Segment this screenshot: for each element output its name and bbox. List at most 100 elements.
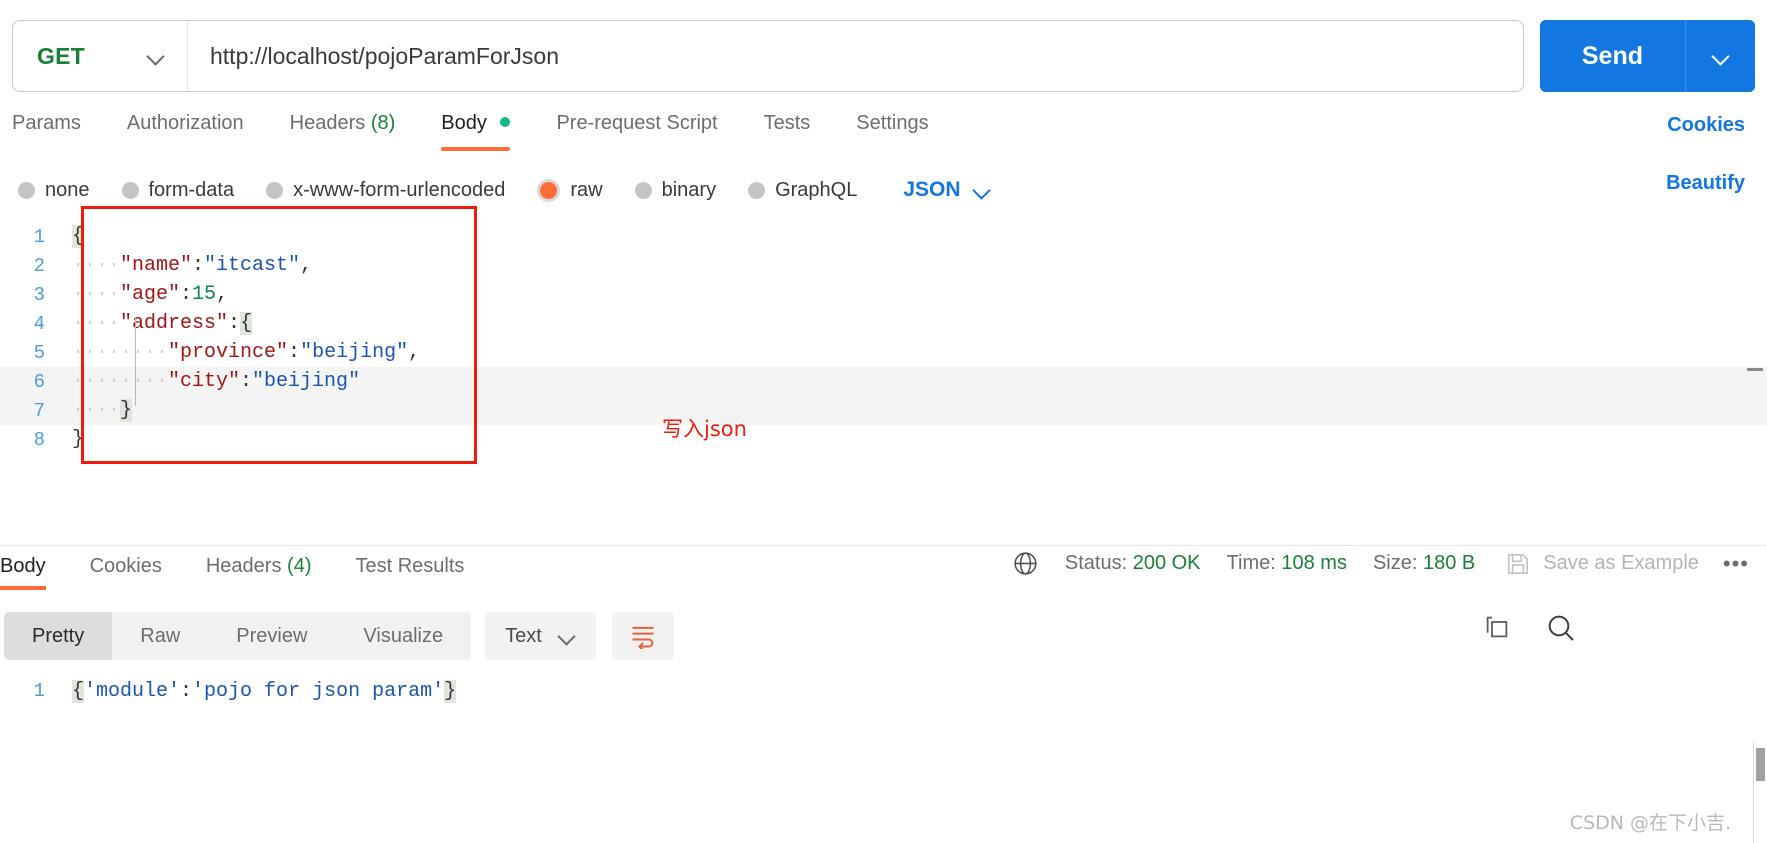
body-type-urlencoded[interactable]: x-www-form-urlencoded (266, 179, 505, 202)
editor-line-number: 8 (33, 428, 45, 451)
raw-format-selector[interactable]: JSON (903, 178, 990, 202)
editor-line-content: ····"name":"itcast", (72, 254, 313, 277)
response-more-options-button[interactable]: ••• (1723, 551, 1749, 577)
editor-line[interactable]: 7 ····} (0, 396, 1767, 425)
response-tab-test-results[interactable]: Test Results (355, 555, 464, 590)
status-value: 200 OK (1132, 552, 1201, 574)
beautify-button[interactable]: Beautify (1666, 172, 1745, 195)
tab-authorization[interactable]: Authorization (127, 112, 244, 145)
body-type-options: none form-data x-www-form-urlencoded raw… (0, 168, 1767, 212)
tab-headers-count: (8) (370, 112, 396, 134)
globe-icon (1012, 550, 1039, 577)
view-raw-label: Raw (140, 624, 181, 647)
body-type-binary-label: binary (661, 178, 717, 201)
editor-line[interactable]: 8} (0, 425, 1767, 454)
view-pretty-label: Pretty (32, 624, 85, 647)
request-url-input[interactable] (188, 21, 1523, 91)
response-format-label: Text (505, 624, 542, 647)
copy-response-button[interactable] (1482, 612, 1512, 642)
url-shell: GET (12, 20, 1524, 92)
radio-icon (634, 181, 652, 199)
radio-icon (121, 181, 139, 199)
request-url-bar: GET Send (0, 14, 1767, 98)
wrap-lines-icon (629, 623, 657, 649)
view-raw-button[interactable]: Raw (112, 612, 208, 660)
status-label: Status: (1064, 552, 1128, 574)
size-item: Size: 180 B (1373, 552, 1475, 575)
radio-icon (18, 181, 35, 199)
http-method-selector[interactable]: GET (13, 21, 188, 91)
editor-line[interactable]: 3 ····"age":15, (0, 280, 1767, 309)
response-tab-body-label: Body (0, 554, 46, 577)
response-tab-headers[interactable]: Headers (4) (206, 555, 312, 590)
chevron-down-icon (1712, 47, 1730, 65)
chevron-down-icon (147, 47, 165, 65)
body-type-binary[interactable]: binary (634, 178, 717, 202)
view-preview-label: Preview (236, 624, 308, 647)
send-options-button[interactable] (1685, 20, 1755, 92)
response-format-selector[interactable]: Text (485, 612, 596, 660)
body-type-graphql[interactable]: GraphQL (748, 179, 857, 202)
tab-tests-label: Tests (763, 112, 811, 134)
send-button[interactable]: Send (1539, 20, 1685, 92)
response-view-segments: Pretty Raw Preview Visualize (4, 612, 472, 660)
editor-line-content: ········"province":"beijing", (72, 341, 421, 364)
editor-line-content: } (72, 428, 85, 451)
body-type-raw[interactable]: raw (537, 179, 603, 202)
editor-line-content: ········"city":"beijing" (72, 370, 361, 393)
body-type-none[interactable]: none (18, 179, 90, 202)
time-value: 108 ms (1281, 552, 1347, 574)
response-line[interactable]: 1 {'module':'pojo for json param'} (0, 675, 1767, 707)
tab-body-label: Body (441, 112, 487, 134)
response-body-viewer[interactable]: 1 {'module':'pojo for json param'} (0, 675, 1767, 785)
chevron-down-icon (558, 627, 576, 645)
response-tab-body[interactable]: Body (0, 555, 46, 590)
chevron-down-icon (973, 181, 991, 199)
body-modified-dot-icon (500, 117, 511, 127)
editor-line[interactable]: 5 ········"province":"beijing", (0, 338, 1767, 367)
request-tabs: Params Authorization Headers (8) Body Pr… (0, 106, 1767, 151)
response-scrollbar-thumb[interactable] (1756, 748, 1765, 781)
tab-params[interactable]: Params (12, 112, 81, 145)
editor-line[interactable]: 2 ····"name":"itcast", (0, 251, 1767, 280)
editor-line-content: { (72, 225, 85, 248)
size-label: Size: (1372, 552, 1418, 574)
editor-scroll-marker[interactable] (1747, 368, 1763, 371)
time-item: Time: 108 ms (1227, 552, 1347, 575)
search-response-button[interactable] (1545, 612, 1577, 644)
body-type-none-label: none (45, 178, 90, 201)
cookies-link[interactable]: Cookies (1667, 114, 1745, 137)
editor-line[interactable]: 4 ····"address":{ (0, 309, 1767, 338)
view-preview-button[interactable]: Preview (208, 612, 335, 660)
body-type-form-data-label: form-data (148, 178, 235, 201)
size-value: 180 B (1422, 552, 1476, 574)
search-icon (1545, 612, 1577, 644)
tab-settings[interactable]: Settings (856, 112, 928, 145)
editor-line[interactable]: 6 ········"city":"beijing" (0, 367, 1767, 396)
editor-line-number: 6 (33, 370, 45, 393)
tab-headers[interactable]: Headers (8) (290, 112, 396, 145)
view-visualize-button[interactable]: Visualize (335, 612, 471, 660)
editor-line-content: ····"address":{ (72, 312, 253, 335)
editor-line-number: 3 (33, 283, 45, 306)
save-as-example-button[interactable]: Save as Example (1505, 551, 1699, 577)
tab-tests[interactable]: Tests (764, 112, 811, 145)
editor-line-number: 1 (33, 225, 45, 248)
response-tab-test-results-label: Test Results (355, 554, 465, 577)
body-type-graphql-label: GraphQL (775, 178, 858, 201)
http-method-label: GET (37, 42, 85, 69)
view-pretty-button[interactable]: Pretty (4, 612, 113, 660)
tab-body[interactable]: Body (441, 112, 511, 151)
postman-window: GET Send Params Authorization Headers (8… (0, 0, 1767, 843)
body-type-form-data[interactable]: form-data (121, 178, 235, 202)
response-line-content: {'module':'pojo for json param'} (72, 679, 457, 703)
tab-pre-request-script[interactable]: Pre-request Script (556, 112, 717, 145)
status-item: Status: 200 OK (1065, 552, 1201, 575)
response-tab-cookies[interactable]: Cookies (90, 555, 162, 590)
wrap-lines-button[interactable] (611, 612, 674, 660)
editor-line-number: 4 (33, 312, 45, 335)
response-tab-headers-label: Headers (205, 554, 282, 577)
request-body-editor[interactable]: 1{2 ····"name":"itcast", 3 ····"age":15, 4 ··… (0, 222, 1767, 542)
editor-line[interactable]: 1{ (0, 222, 1767, 251)
send-group: Send (1539, 20, 1755, 92)
